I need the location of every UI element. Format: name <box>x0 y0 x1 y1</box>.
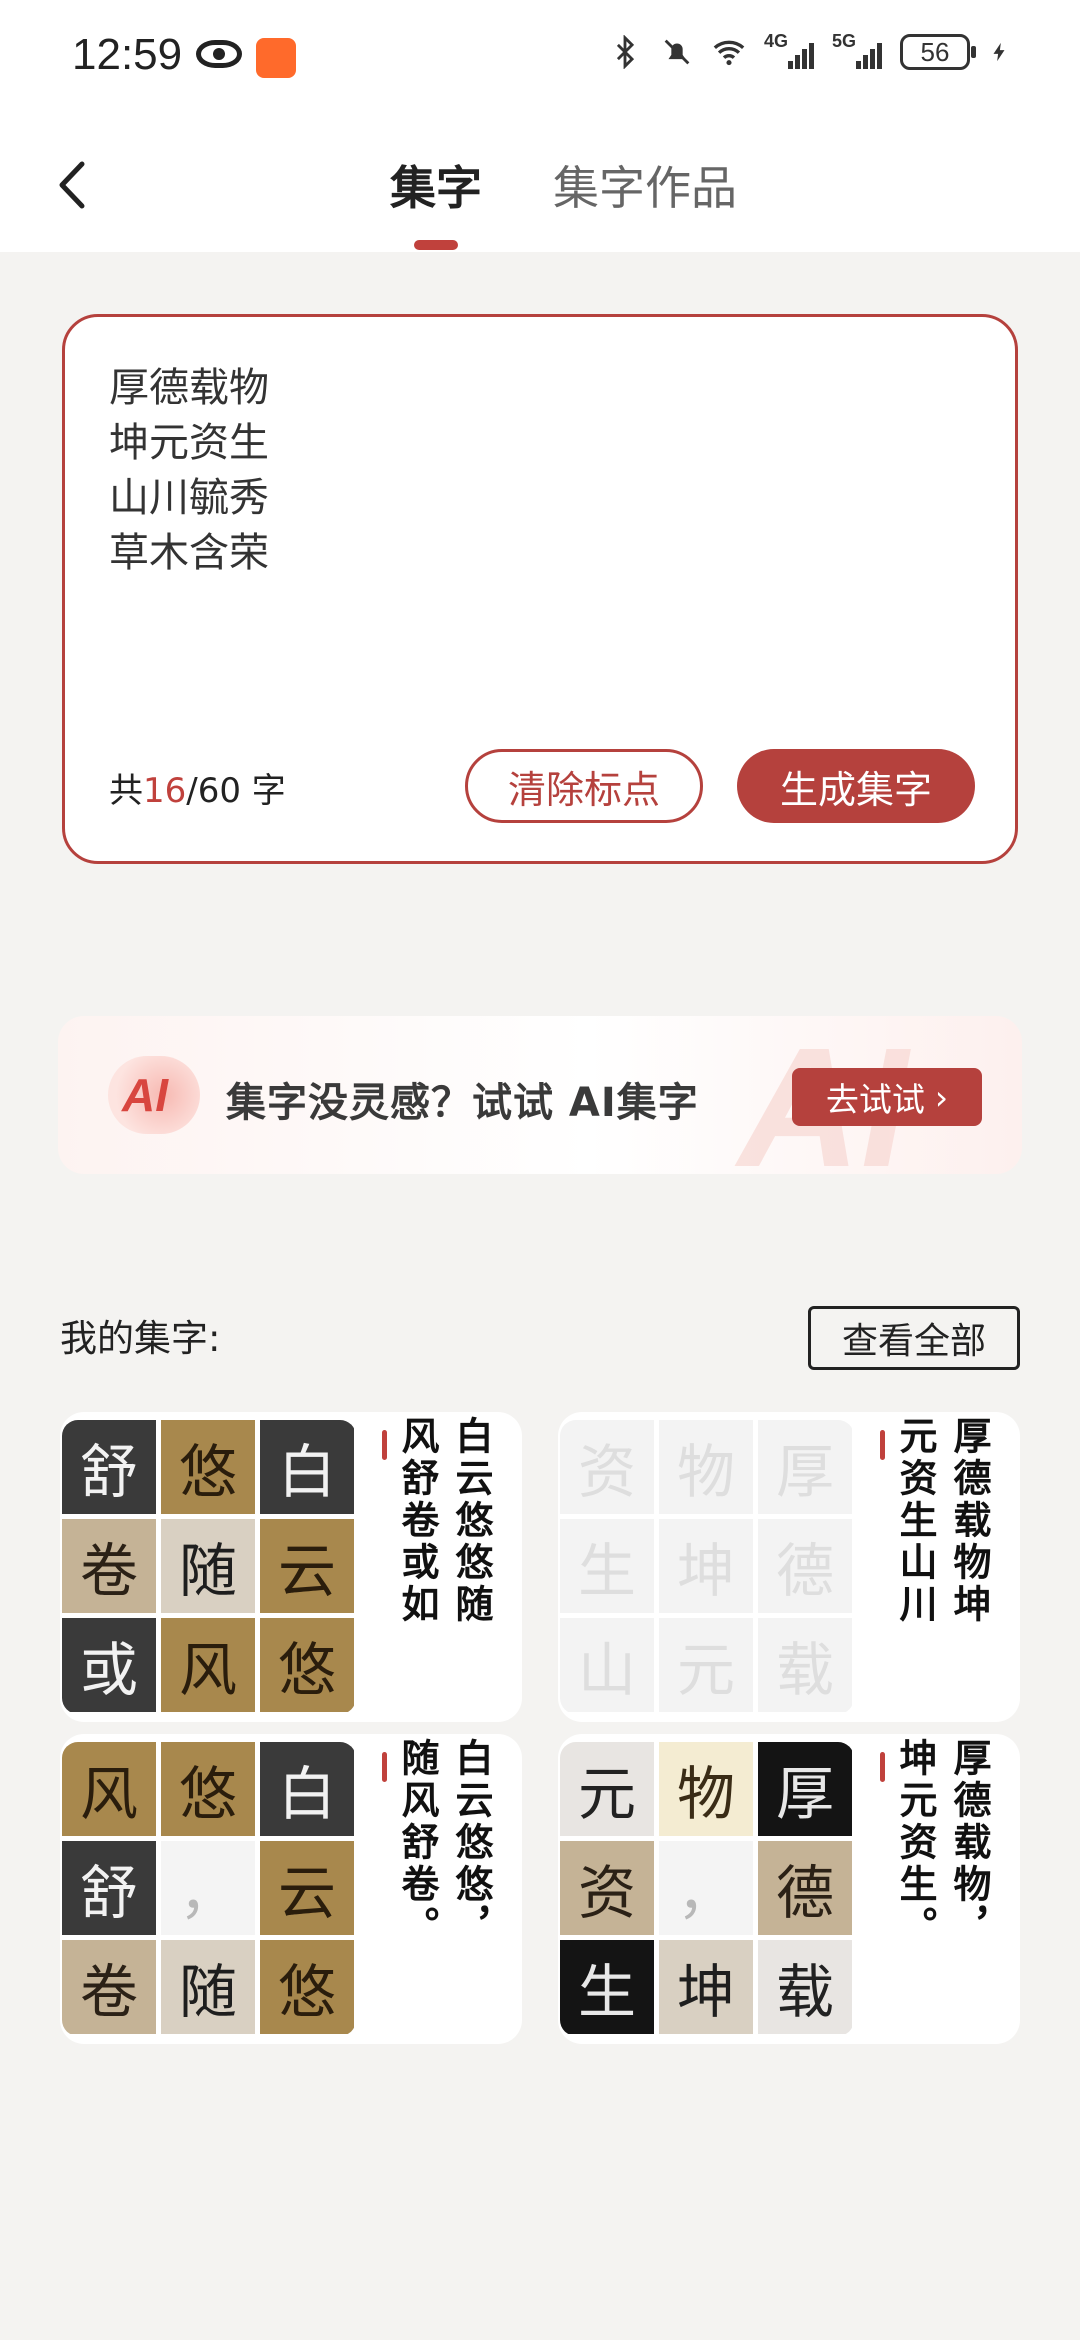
calligraphy-tile: 云 <box>260 1841 354 1935</box>
tab-jizi-works[interactable]: 集字作品 <box>553 152 737 218</box>
clear-punctuation-button[interactable]: 清除标点 <box>465 749 703 823</box>
top-nav: 集字 集字作品 <box>0 120 1080 252</box>
app-notification-icon <box>256 38 296 78</box>
calligraphy-tile: 悠 <box>161 1420 255 1514</box>
calligraphy-tile: 卷 <box>62 1940 156 2034</box>
text-column: 厚德载物， <box>947 1738 991 1948</box>
calligraphy-tile: ， <box>161 1841 255 1935</box>
mute-bell-icon <box>664 39 690 65</box>
accent-mark <box>382 1752 387 1782</box>
calligraphy-tile: 载 <box>758 1618 852 1712</box>
text-column: 风舒卷或如 <box>395 1416 439 1626</box>
tab-indicator <box>414 240 458 250</box>
calligraphy-tile: 资 <box>560 1420 654 1514</box>
ai-jizi-banner[interactable]: AI AI 集字没灵感？试试 AI集字 去试试› <box>58 1016 1022 1174</box>
calligraphy-tile: 悠 <box>260 1618 354 1712</box>
calligraphy-tile: 悠 <box>161 1742 255 1836</box>
accent-mark <box>880 1752 885 1782</box>
card-text: 白云悠悠随 风舒卷或如 <box>395 1416 493 1626</box>
wifi-icon <box>713 40 745 66</box>
calligraphy-tile: 云 <box>260 1519 354 1613</box>
calligraphy-tile: 卷 <box>62 1519 156 1613</box>
calligraphy-tile: 厚 <box>758 1420 852 1514</box>
char-counter: 共16/60 字 <box>109 763 286 812</box>
calligraphy-tile: 坤 <box>659 1940 753 2034</box>
signal-5g-icon: 5G <box>832 31 882 69</box>
jizi-card[interactable]: 风悠白舒，云卷随悠 白云悠悠， 随风舒卷。 <box>60 1734 522 2044</box>
net-label-4g: 4G <box>764 31 789 51</box>
calligraphy-tile: 风 <box>62 1742 156 1836</box>
card-text: 厚德载物坤 元资生山川 <box>893 1416 991 1626</box>
bluetooth-icon <box>616 35 635 69</box>
calligraphy-grid: 风悠白舒，云卷随悠 <box>62 1742 356 2036</box>
calligraphy-tile: 坤 <box>659 1519 753 1613</box>
calligraphy-grid: 资物厚生坤德山元载 <box>560 1420 854 1714</box>
calligraphy-tile: 元 <box>659 1618 753 1712</box>
card-text: 白云悠悠， 随风舒卷。 <box>395 1738 493 1948</box>
text-column: 白云悠悠， <box>449 1738 493 1948</box>
calligraphy-grid: 元物厚资，德生坤载 <box>560 1742 854 2036</box>
ai-badge-icon: AI <box>108 1056 200 1134</box>
eye-icon <box>196 40 242 68</box>
chevron-right-icon: › <box>934 1077 949 1117</box>
calligraphy-tile: 随 <box>161 1519 255 1613</box>
calligraphy-tile: 舒 <box>62 1841 156 1935</box>
calligraphy-tile: 白 <box>260 1420 354 1514</box>
text-column: 坤元资生。 <box>893 1738 937 1948</box>
counter-suffix: /60 字 <box>186 771 286 811</box>
battery-icon: 56 <box>900 34 976 70</box>
calligraphy-tile: 悠 <box>260 1940 354 2034</box>
calligraphy-tile: 资 <box>560 1841 654 1935</box>
generate-jizi-button[interactable]: 生成集字 <box>737 749 975 823</box>
jizi-card[interactable]: 元物厚资，德生坤载 厚德载物， 坤元资生。 <box>558 1734 1020 2044</box>
accent-mark <box>382 1430 387 1460</box>
text-column: 白云悠悠随 <box>449 1416 493 1626</box>
signal-4g-icon: 4G <box>764 31 814 69</box>
calligraphy-tile: 或 <box>62 1618 156 1712</box>
counter-prefix: 共 <box>109 771 143 811</box>
calligraphy-tile: 风 <box>161 1618 255 1712</box>
calligraphy-tile: 载 <box>758 1940 852 2034</box>
calligraphy-tile: 德 <box>758 1841 852 1935</box>
try-ai-button[interactable]: 去试试 › <box>792 1068 982 1126</box>
view-all-button[interactable]: 查看全部 <box>808 1306 1020 1370</box>
calligraphy-tile: ， <box>659 1841 753 1935</box>
calligraphy-tile: 厚 <box>758 1742 852 1836</box>
my-jizi-title: 我的集字: <box>60 1317 221 1360</box>
status-icons: 4G 5G 56 <box>608 31 1010 70</box>
calligraphy-tile: 德 <box>758 1519 852 1613</box>
text-input-card[interactable]: 厚德载物 坤元资生 山川毓秀 草木含荣 共16/60 字 清除标点 生成集字 <box>62 314 1018 864</box>
calligraphy-tile: 白 <box>260 1742 354 1836</box>
text-column: 随风舒卷。 <box>395 1738 439 1948</box>
status-bar: 12:59 4G 5G 56 <box>0 0 1080 120</box>
calligraphy-tile: 舒 <box>62 1420 156 1514</box>
accent-mark <box>880 1430 885 1460</box>
text-column: 元资生山川 <box>893 1416 937 1626</box>
back-arrow-icon[interactable] <box>40 150 110 220</box>
calligraphy-tile: 山 <box>560 1618 654 1712</box>
calligraphy-tile: 元 <box>560 1742 654 1836</box>
calligraphy-tile: 生 <box>560 1519 654 1613</box>
calligraphy-tile: 生 <box>560 1940 654 2034</box>
calligraphy-tile: 随 <box>161 1940 255 2034</box>
try-ai-label: 去试试 <box>825 1080 925 1119</box>
jizi-card[interactable]: 资物厚生坤德山元载 厚德载物坤 元资生山川 <box>558 1412 1020 1722</box>
ai-banner-text: 集字没灵感？试试 AI集字 <box>226 1080 699 1126</box>
card-text: 厚德载物， 坤元资生。 <box>893 1738 991 1948</box>
calligraphy-tile: 物 <box>659 1420 753 1514</box>
calligraphy-grid: 舒悠白卷随云或风悠 <box>62 1420 356 1714</box>
calligraphy-tile: 物 <box>659 1742 753 1836</box>
counter-current: 16 <box>143 771 187 811</box>
net-label-5g: 5G <box>832 31 857 51</box>
jizi-card[interactable]: 舒悠白卷随云或风悠 白云悠悠随 风舒卷或如 <box>60 1412 522 1722</box>
text-column: 厚德载物坤 <box>947 1416 991 1626</box>
text-input[interactable]: 厚德载物 坤元资生 山川毓秀 草木含荣 <box>109 361 269 581</box>
charging-icon <box>993 42 1005 62</box>
tab-jizi[interactable]: 集字 <box>390 152 482 218</box>
ai-badge-label: AI <box>122 1069 168 1121</box>
clock: 12:59 <box>72 30 183 79</box>
